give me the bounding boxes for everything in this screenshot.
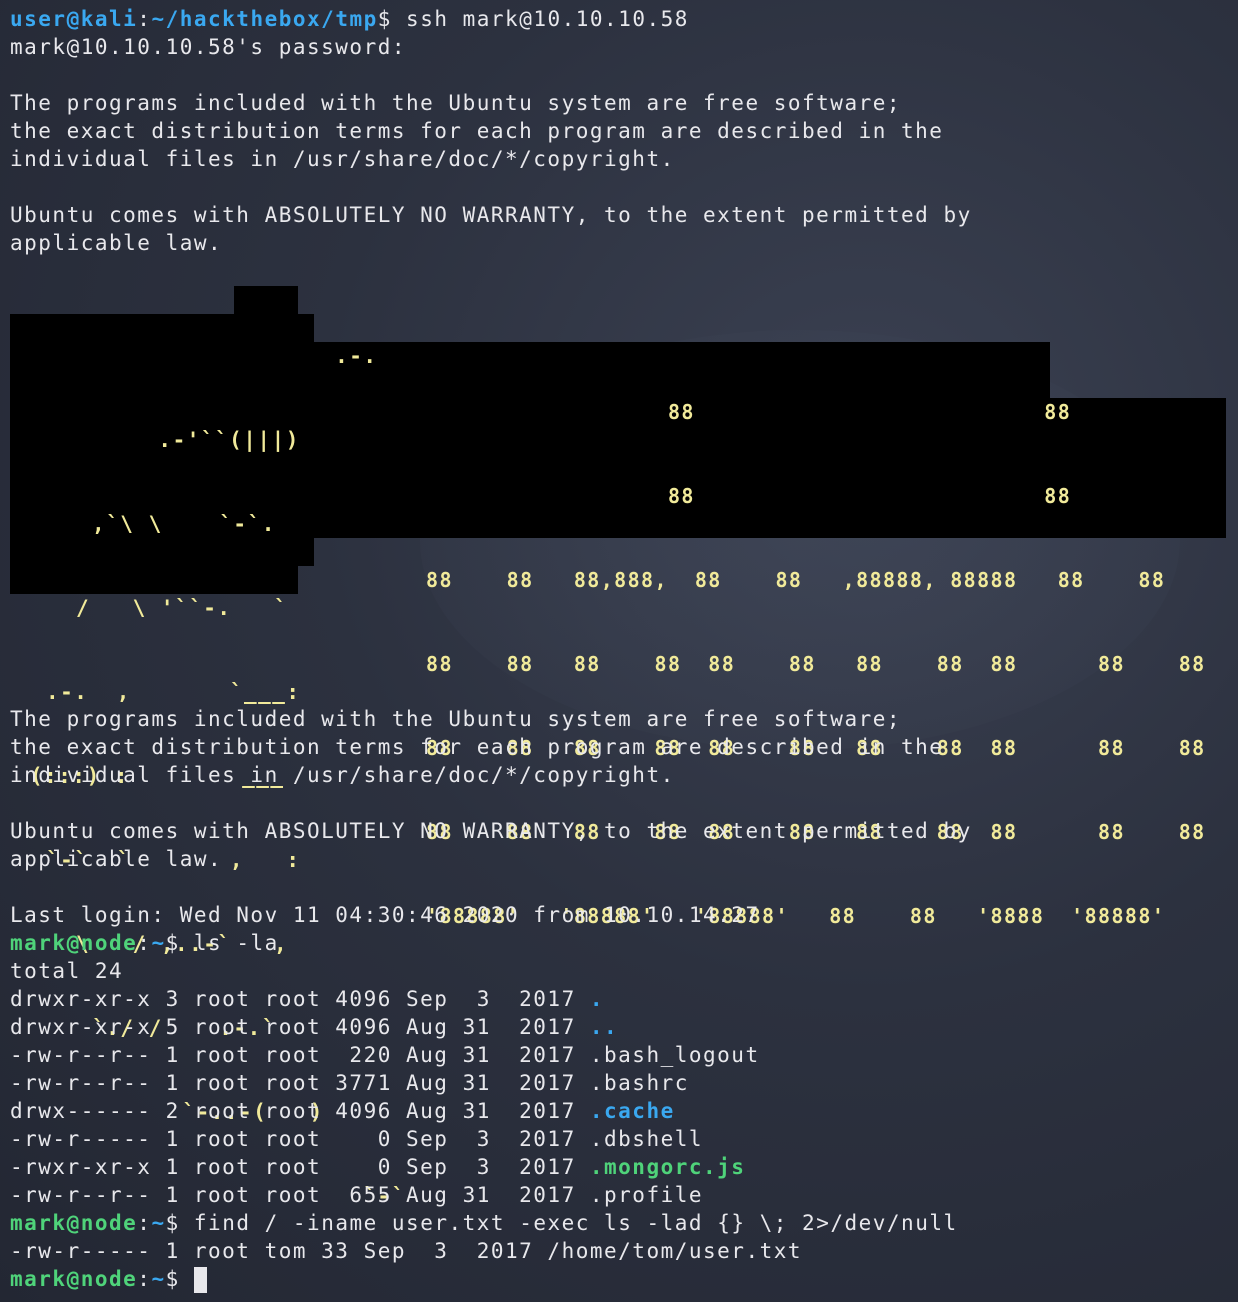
prompt-path: ~ xyxy=(151,931,166,955)
prompt-symbol: $ xyxy=(165,1211,180,1235)
motd-line: the exact distribution terms for each pr… xyxy=(10,119,944,143)
prompt-symbol: $ xyxy=(165,1267,194,1291)
ls-row-meta: -rw-r--r-- 1 root root 3771 Aug 31 2017 xyxy=(10,1071,590,1095)
command-text: find / -iname user.txt -exec ls -lad {} … xyxy=(179,1211,958,1235)
ls-row-name: .cache xyxy=(589,1099,675,1123)
ls-row: drwx------ 2 root root 4096 Aug 31 2017 … xyxy=(10,1097,1238,1125)
ls-row: -rw-r--r-- 1 root root 655 Aug 31 2017 .… xyxy=(10,1181,1238,1209)
motd-line: individual files in /usr/share/doc/*/cop… xyxy=(10,147,675,171)
prompt-symbol: $ xyxy=(377,7,392,31)
motd-line: individual files in /usr/share/doc/*/cop… xyxy=(10,763,675,787)
ls-row-meta: -rw-r----- 1 root root 0 Sep 3 2017 xyxy=(10,1127,590,1151)
ascii-logo-line: .-. , `___: xyxy=(46,680,301,704)
find-result: -rw-r----- 1 root tom 33 Sep 3 2017 /hom… xyxy=(10,1239,803,1263)
warranty-line: Ubuntu comes with ABSOLUTELY NO WARRANTY… xyxy=(10,203,972,227)
prompt-line: mark@node:~$ find / -iname user.txt -exe… xyxy=(10,1209,1238,1237)
ls-row-meta: drwxr-xr-x 5 root root 4096 Aug 31 2017 xyxy=(10,1015,590,1039)
ls-row: -rwxr-xr-x 1 root root 0 Sep 3 2017 .mon… xyxy=(10,1153,1238,1181)
ascii-banner-line: 88 88 xyxy=(426,484,1072,508)
warranty-line: applicable law. xyxy=(10,231,223,255)
ls-row-name: .dbshell xyxy=(589,1127,704,1151)
ls-row-meta: drwx------ 2 root root 4096 Aug 31 2017 xyxy=(10,1099,590,1123)
ls-row-meta: drwxr-xr-x 3 root root 4096 Sep 3 2017 xyxy=(10,987,590,1011)
ls-row-name: .bash_logout xyxy=(589,1043,760,1067)
ls-row: -rw-r--r-- 1 root root 220 Aug 31 2017 .… xyxy=(10,1041,1238,1069)
ls-row-name: .mongorc.js xyxy=(589,1155,746,1179)
ascii-banner-line: 88 88 88,888, 88 88 ,88888, 88888 88 88 xyxy=(426,568,1166,592)
motd-line: The programs included with the Ubuntu sy… xyxy=(10,707,902,731)
prompt-path: ~ xyxy=(151,1211,166,1235)
prompt-separator: : xyxy=(137,931,152,955)
prompt-path: ~ xyxy=(151,1267,166,1291)
ascii-banner-line: 88 88 88 88 88 88 88 88 88 88 88 xyxy=(426,652,1206,676)
prompt-user-host: mark@node xyxy=(10,1267,138,1291)
prompt-user-host: mark@node xyxy=(10,1211,138,1235)
ls-row-name: . xyxy=(589,987,605,1011)
password-prompt: mark@10.10.10.58's password: xyxy=(10,35,407,59)
last-login: Last login: Wed Nov 11 04:30:46 2020 fro… xyxy=(10,903,760,927)
prompt-user-host: mark@node xyxy=(10,931,138,955)
ascii-logo-line: .-. xyxy=(222,344,463,368)
prompt-separator: : xyxy=(137,1211,152,1235)
prompt-line: mark@node:~$ ls -la xyxy=(10,929,1238,957)
ls-row-name: .. xyxy=(589,1015,619,1039)
ls-row-name: .profile xyxy=(589,1183,704,1207)
command-text: ls -la xyxy=(179,931,279,955)
ls-row-meta: -rwxr-xr-x 1 root root 0 Sep 3 2017 xyxy=(10,1155,590,1179)
ls-row-meta: -rw-r--r-- 1 root root 655 Aug 31 2017 xyxy=(10,1183,590,1207)
ascii-logo-line: .-'``(|||) xyxy=(116,428,357,452)
ls-row-meta: -rw-r--r-- 1 root root 220 Aug 31 2017 xyxy=(10,1043,590,1067)
text-cursor[interactable] xyxy=(193,1267,207,1293)
ls-row-name: .bashrc xyxy=(589,1071,689,1095)
ls-total: total 24 xyxy=(10,959,124,983)
prompt-symbol: $ xyxy=(165,931,180,955)
warranty-line: applicable law. xyxy=(10,847,223,871)
ls-row: -rw-r----- 1 root root 0 Sep 3 2017 .dbs… xyxy=(10,1125,1238,1153)
terminal-output-lower: The programs included with the Ubuntu sy… xyxy=(10,705,1238,1302)
command-text: ssh mark@10.10.10.58 xyxy=(391,7,689,31)
motd-line: the exact distribution terms for each pr… xyxy=(10,735,944,759)
ascii-logo-line: ,`\ \ `-`. xyxy=(92,512,333,536)
prompt-path: ~/hackthebox/tmp xyxy=(151,7,378,31)
ls-row: drwxr-xr-x 3 root root 4096 Sep 3 2017 . xyxy=(10,985,1238,1013)
motd-line: The programs included with the Ubuntu sy… xyxy=(10,91,902,115)
ascii-banner-line: 88 88 xyxy=(426,400,1072,424)
ascii-logo-line: / \ '``-. ` xyxy=(76,596,317,620)
ls-row: -rw-r--r-- 1 root root 3771 Aug 31 2017 … xyxy=(10,1069,1238,1097)
prompt-user-host: user@kali xyxy=(10,7,138,31)
warranty-line: Ubuntu comes with ABSOLUTELY NO WARRANTY… xyxy=(10,819,972,843)
ls-row: drwxr-xr-x 5 root root 4096 Aug 31 2017 … xyxy=(10,1013,1238,1041)
prompt-line: user@kali:~/hackthebox/tmp$ ssh mark@10.… xyxy=(10,5,1238,33)
prompt-separator: : xyxy=(137,1267,152,1291)
prompt-line[interactable]: mark@node:~$ xyxy=(10,1265,1238,1293)
prompt-separator: : xyxy=(137,7,152,31)
